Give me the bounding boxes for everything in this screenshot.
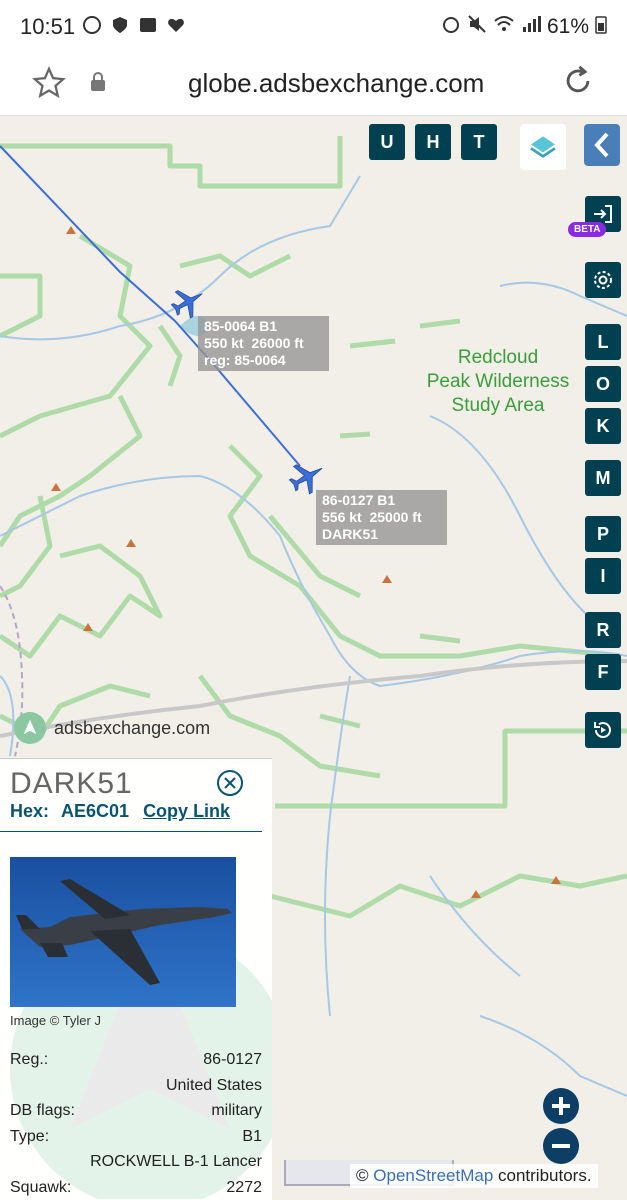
detail-row: United States — [10, 1073, 262, 1099]
divider — [0, 831, 262, 832]
area-label: Redcloud Peak Wilderness Study Area — [426, 347, 570, 416]
zoom-in-icon[interactable] — [543, 1088, 579, 1124]
beta-badge: BETA — [568, 222, 607, 237]
osm-link[interactable]: OpenStreetMap — [373, 1166, 493, 1185]
signal-icon — [521, 14, 541, 39]
battery-icon — [595, 14, 607, 39]
button-t[interactable]: T — [461, 124, 497, 160]
aircraft-label-line: 86-0127 B1 — [322, 492, 396, 508]
attribution-suffix: contributors. — [498, 1166, 592, 1185]
reload-icon[interactable] — [561, 64, 595, 98]
aircraft-label-line: 556 kt 25000 ft — [322, 509, 422, 525]
adsbx-logo-icon — [14, 712, 46, 744]
battery-level: 61% — [546, 14, 589, 38]
detail-row: Squawk: 2272 — [10, 1175, 262, 1200]
close-icon[interactable] — [216, 769, 244, 797]
url-text[interactable]: globe.adsbexchange.com — [188, 68, 484, 99]
detail-row: Reg.: 86-0127 — [10, 1047, 262, 1073]
image-icon — [138, 15, 158, 35]
zoom-out-icon[interactable] — [543, 1128, 579, 1164]
button-p[interactable]: P — [585, 516, 621, 552]
brand-text: adsbexchange.com — [54, 717, 211, 738]
hex-row: Hex: AE6C01 Copy Link — [10, 801, 230, 822]
callsign: DARK51 — [10, 767, 133, 800]
button-u[interactable]: U — [369, 124, 405, 160]
detail-row: DB flags: military — [10, 1098, 262, 1124]
aircraft-details: Reg.: 86-0127 United States DB flags: mili… — [10, 1047, 262, 1200]
replay-icon[interactable] — [585, 712, 621, 748]
attribution-prefix: © — [356, 1166, 369, 1185]
button-m[interactable]: M — [585, 460, 621, 496]
hex-value: AE6C01 — [61, 801, 130, 821]
aircraft-label-line: DARK51 — [322, 526, 379, 542]
notification-icons — [82, 15, 186, 35]
aircraft-label-line: reg: 85-0064 — [204, 352, 286, 368]
shield-icon — [110, 15, 130, 35]
detail-label: DB flags: — [10, 1102, 75, 1120]
aircraft-photo[interactable] — [10, 857, 236, 1007]
lock-icon — [88, 70, 108, 94]
aircraft-info-panel: DARK51 Hex: AE6C01 Copy Link Image © Tyler… — [0, 758, 272, 1200]
mute-icon — [467, 14, 487, 39]
hex-label: Hex: — [10, 801, 50, 821]
button-r[interactable]: R — [585, 612, 621, 648]
button-h[interactable]: H — [415, 124, 451, 160]
heart-icon — [166, 15, 186, 35]
button-o[interactable]: O — [585, 366, 621, 402]
system-icons: 61% — [441, 14, 607, 39]
button-l[interactable]: L — [585, 324, 621, 360]
aircraft-label[interactable]: 86-0127 B1 556 kt 25000 ft DARK51 — [316, 490, 447, 545]
detail-value: United States — [165, 1076, 262, 1094]
map-attribution: © OpenStreetMap contributors. — [350, 1164, 598, 1188]
detail-label: Squawk: — [10, 1178, 72, 1196]
button-f[interactable]: F — [585, 654, 621, 690]
button-k[interactable]: K — [585, 408, 621, 444]
button-i[interactable]: I — [585, 558, 621, 594]
detail-value: ROCKWELL B-1 Lancer — [90, 1153, 262, 1171]
star-icon[interactable] — [32, 66, 66, 100]
aircraft-label-line: 550 kt 26000 ft — [204, 335, 304, 351]
copy-link[interactable]: Copy Link — [143, 801, 230, 821]
status-time: 10:51 — [20, 14, 76, 39]
browser-url-bar: globe.adsbexchange.com — [0, 56, 627, 116]
detail-row: ROCKWELL B-1 Lancer — [10, 1149, 262, 1175]
detail-row: Type: B1 — [10, 1124, 262, 1150]
detail-value: military — [211, 1102, 262, 1120]
aircraft-label[interactable]: 85-0064 B1 550 kt 26000 ft reg: 85-0064 — [198, 316, 329, 371]
detail-value: 86-0127 — [203, 1051, 262, 1068]
plane-icon[interactable] — [170, 284, 206, 320]
detail-value: 2272 — [226, 1178, 262, 1196]
notification-icon — [82, 15, 102, 35]
collapse-icon[interactable] — [584, 124, 620, 166]
detail-label: Type: — [10, 1127, 50, 1145]
status-bar: 10:51 61% — [0, 0, 627, 56]
gear-icon[interactable] — [585, 262, 621, 298]
brand-logo[interactable]: adsbexchange.com — [14, 712, 210, 744]
detail-label: Reg.: — [10, 1051, 49, 1068]
image-credit: Image © Tyler J — [10, 1013, 101, 1028]
wifi-icon — [493, 14, 515, 39]
alarm-icon — [441, 14, 461, 39]
detail-value: B1 — [242, 1127, 262, 1145]
layers-icon[interactable] — [520, 124, 566, 170]
aircraft-label-line: 85-0064 B1 — [204, 318, 278, 334]
